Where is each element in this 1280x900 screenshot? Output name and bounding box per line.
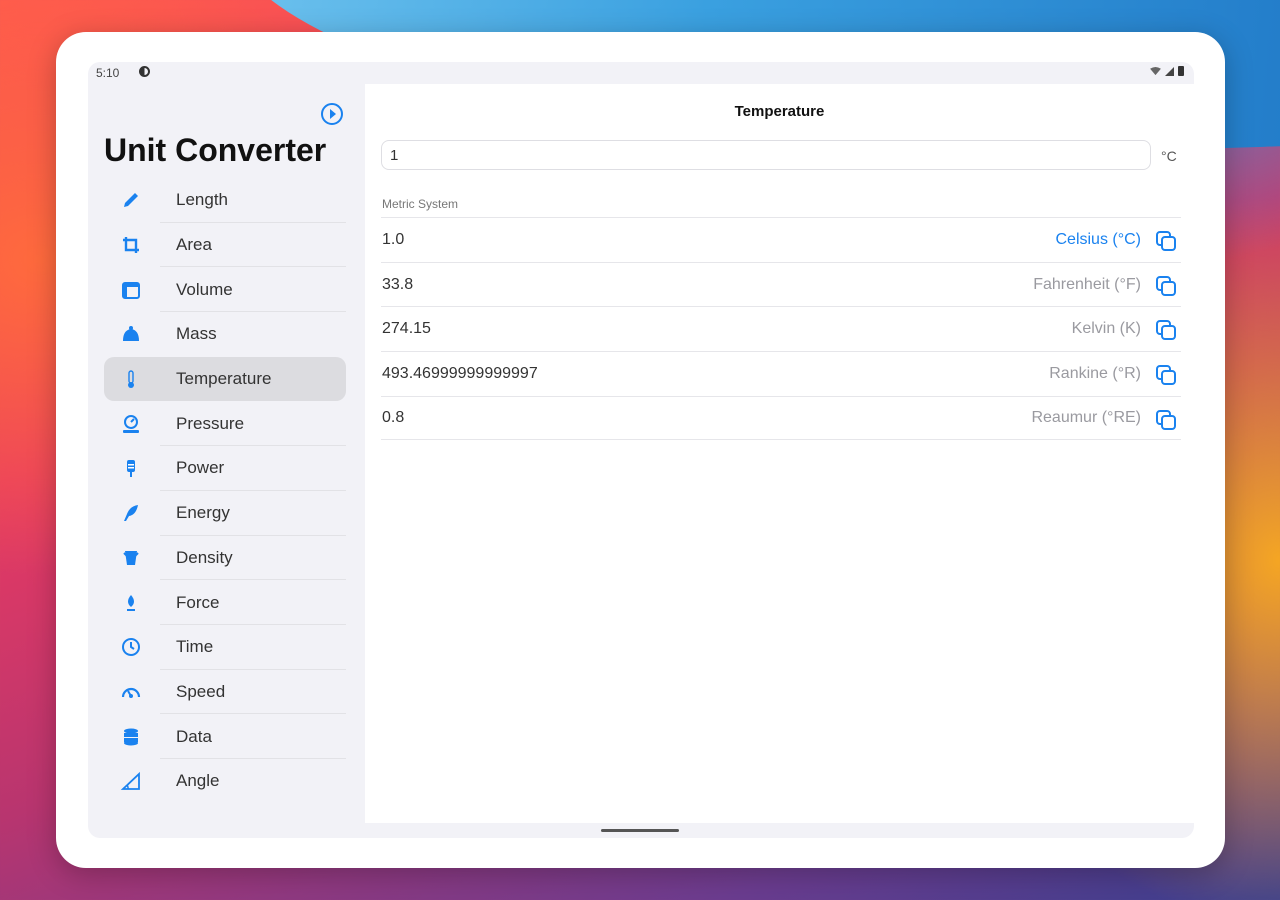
weight-icon [120,323,142,345]
conversion-row[interactable]: 33.8 Fahrenheit (°F) [381,261,1181,307]
sidebar-item-label: Time [176,637,214,657]
density-icon [120,547,142,569]
copy-icon[interactable] [1155,319,1177,341]
thermometer-icon [120,368,142,390]
sidebar: Unit Converter Length Area Volume Mass Tempe… [88,84,364,838]
sidebar-item-power[interactable]: Power [104,446,346,491]
energy-icon [120,502,142,524]
unit-name: Celsius (°C) [1055,230,1141,248]
sidebar-item-label: Speed [176,681,226,701]
sidebar-item-data[interactable]: Data [104,714,346,759]
sidebar-item-label: Density [176,547,233,567]
unit-name: Rankine (°R) [1049,364,1141,382]
home-indicator[interactable] [601,829,679,832]
sidebar-item-area[interactable]: Area [104,223,346,268]
status-time: 5:10 [96,66,120,80]
database-icon [120,726,142,748]
app-screen: 5:10 Unit Converter Length Area Volume Mass… [88,62,1194,838]
status-bar: 5:10 [88,62,1194,84]
crop-icon [120,234,142,256]
sidebar-item-pressure[interactable]: Pressure [104,401,346,447]
sidebar-item-time[interactable]: Time [104,625,346,670]
sidebar-item-length[interactable]: Length [104,178,346,223]
sidebar-item-label: Pressure [176,413,245,433]
conversion-value: 493.46999999999997 [382,364,538,382]
sidebar-item-label: Mass [176,324,217,344]
sidebar-item-label: Temperature [176,369,272,389]
sidebar-item-label: Volume [176,279,233,299]
sidebar-item-density[interactable]: Density [104,536,346,581]
conversion-value: 1.0 [382,230,405,248]
status-icons [1150,66,1184,76]
unit-name: Kelvin (K) [1071,320,1141,338]
clock-icon [120,636,142,658]
page-title: Temperature [734,103,825,120]
sidebar-item-speed[interactable]: Speed [104,670,346,715]
input-unit-label: °C [1161,148,1177,164]
pencil-icon [120,189,142,211]
sidebar-item-angle[interactable]: Angle [104,759,346,804]
conversion-row[interactable]: 493.46999999999997 Rankine (°R) [381,351,1181,396]
speedometer-icon [120,681,142,703]
sidebar-item-label: Power [176,458,225,478]
value-input[interactable] [382,141,1150,169]
sidebar-item-label: Energy [176,503,230,523]
sidebar-item-label: Data [176,726,212,746]
copy-icon[interactable] [1155,364,1177,386]
conversion-value: 33.8 [382,275,414,293]
conversion-row[interactable]: 0.8 Reaumur (°RE) [381,395,1181,441]
conversion-value: 274.15 [382,320,431,338]
force-icon [120,592,142,614]
conversion-list: 1.0 Celsius (°C) 33.8 Fahrenheit (°F) 274.15… [381,217,1181,441]
sidebar-item-energy[interactable]: Energy [104,491,346,536]
sidebar-item-force[interactable]: Force [104,580,346,625]
copy-icon[interactable] [1155,275,1177,297]
sidebar-item-label: Area [176,235,212,255]
window-icon [120,279,142,301]
value-input-wrapper [381,140,1151,170]
play-circle-icon[interactable] [321,103,343,125]
sidebar-item-label: Angle [176,771,220,791]
main-panel: Temperature °C Metric System 1.0 Celsius … [365,84,1194,823]
wifi-icon [1150,66,1161,75]
sidebar-item-mass[interactable]: Mass [104,312,346,357]
section-label: Metric System [382,197,459,211]
sidebar-nav: Length Area Volume Mass Temperature Pressure P… [104,178,346,804]
sidebar-item-label: Length [176,190,228,210]
app-title: Unit Converter [104,132,327,168]
notification-icon [139,66,150,77]
signal-icon [1165,66,1174,76]
plug-icon [120,457,142,479]
unit-name: Fahrenheit (°F) [1033,275,1141,293]
sidebar-item-temperature[interactable]: Temperature [104,356,346,402]
conversion-row[interactable]: 1.0 Celsius (°C) [381,217,1181,262]
gauge-icon [120,413,142,435]
sidebar-item-volume[interactable]: Volume [104,267,346,313]
conversion-row[interactable]: 274.15 Kelvin (K) [381,306,1181,351]
unit-name: Reaumur (°RE) [1031,409,1141,427]
angle-icon [120,770,142,792]
conversion-value: 0.8 [382,409,405,427]
sidebar-item-label: Force [176,592,220,612]
battery-icon [1178,66,1184,76]
copy-icon[interactable] [1155,230,1177,252]
copy-icon[interactable] [1155,409,1177,431]
